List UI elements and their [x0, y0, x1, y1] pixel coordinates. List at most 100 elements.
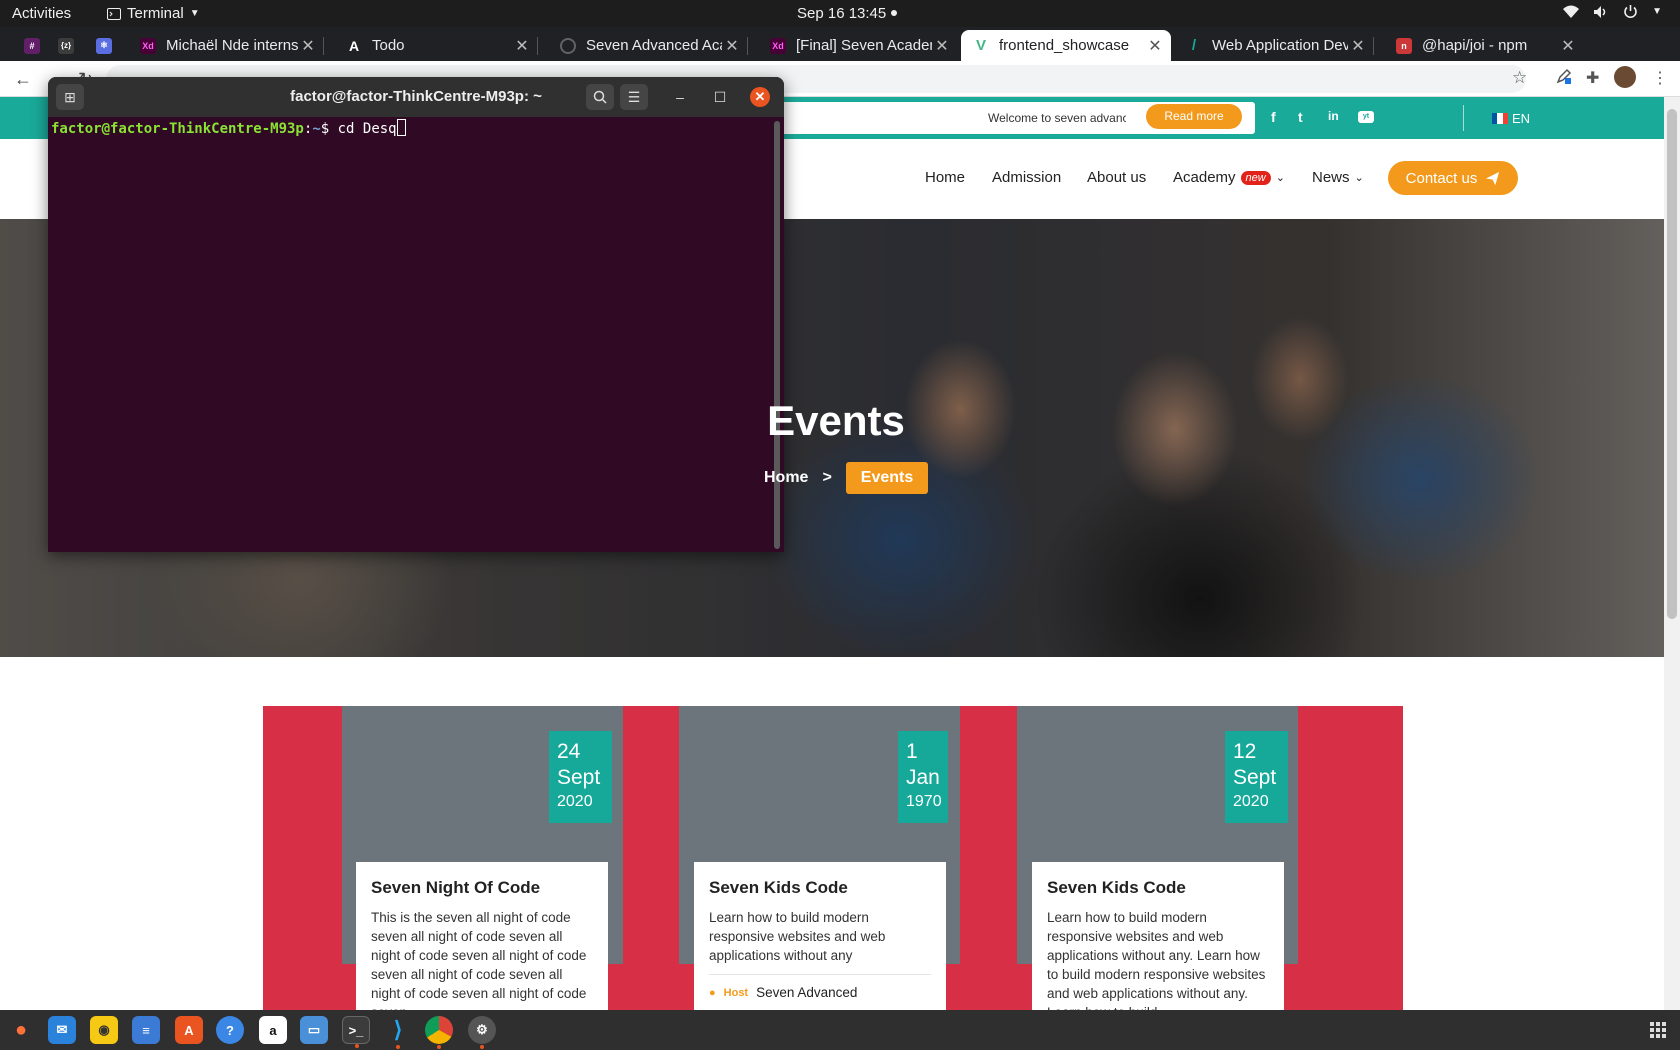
- kebab-menu-icon[interactable]: ⋮: [1652, 68, 1668, 88]
- tab-label: Web Application Dev: [1212, 37, 1348, 54]
- welcome-text: Welcome to seven advanced academy: [988, 111, 1126, 125]
- contact-us-button[interactable]: Contact us: [1388, 161, 1518, 195]
- clock[interactable]: Sep 16 13:45: [797, 5, 898, 22]
- activities-button[interactable]: Activities: [12, 5, 71, 22]
- twitter-icon[interactable]: t: [1298, 109, 1303, 125]
- vscode-icon[interactable]: ⟩: [384, 1016, 412, 1049]
- read-more-button[interactable]: Read more: [1146, 104, 1242, 129]
- tab-label: Michaël Nde interns: [166, 37, 298, 54]
- slack-icon: #: [24, 37, 40, 54]
- text-cursor: [396, 119, 406, 136]
- prompt-path: ~: [312, 121, 321, 137]
- breadcrumb-home[interactable]: Home: [764, 469, 808, 487]
- power-icon: [1624, 5, 1637, 19]
- prompt-user: factor@factor-ThinkCentre-M93p: [51, 121, 304, 137]
- page-scrollbar[interactable]: [1664, 97, 1680, 1010]
- tab-todo[interactable]: A Todo ✕: [334, 30, 538, 61]
- date-year: 1970: [906, 793, 942, 810]
- event-card[interactable]: Seven Kids Code Learn how to build moder…: [1032, 862, 1284, 1010]
- close-icon[interactable]: ✕: [1558, 36, 1578, 56]
- pinned-tab-slack[interactable]: #: [10, 30, 48, 61]
- back-arrow-icon[interactable]: ←: [14, 69, 32, 90]
- puzzle-extensions-icon[interactable]: ✚: [1586, 68, 1599, 88]
- terminal-dock-icon[interactable]: >_: [342, 1016, 370, 1048]
- system-tray[interactable]: ▼: [1563, 4, 1662, 19]
- tab-michael-nde-interns[interactable]: Xd Michaël Nde interns ✕: [128, 30, 324, 61]
- hamburger-menu-icon[interactable]: ☰: [620, 84, 648, 110]
- thunderbird-icon[interactable]: ✉: [48, 1016, 76, 1044]
- date-month: Sept: [557, 766, 601, 789]
- close-icon[interactable]: ✕: [722, 36, 742, 56]
- star-icon[interactable]: ☆: [1512, 68, 1527, 88]
- help-icon[interactable]: ?: [216, 1016, 244, 1044]
- tab-web-application-dev[interactable]: / Web Application Dev ✕: [1174, 30, 1374, 61]
- event-title[interactable]: Seven Kids Code: [709, 878, 931, 898]
- date-day: 1: [906, 740, 918, 763]
- french-flag-icon: [1492, 113, 1508, 124]
- tab-frontend-showcase[interactable]: V frontend_showcase ✕: [961, 30, 1171, 61]
- extension-pen-icon[interactable]: [1556, 68, 1572, 89]
- software-center-icon[interactable]: A: [175, 1016, 203, 1044]
- language-label: EN: [1512, 111, 1531, 126]
- event-description: Learn how to build modern responsive web…: [1047, 910, 1266, 1010]
- close-icon[interactable]: ✕: [298, 36, 318, 56]
- host-name: Seven Advanced: [756, 985, 858, 1000]
- scrollbar-thumb[interactable]: [1667, 109, 1677, 619]
- linkedin-icon[interactable]: in: [1328, 109, 1339, 123]
- language-selector[interactable]: EN: [1492, 111, 1530, 126]
- date-month: Jan: [906, 766, 940, 789]
- nav-news-label: News: [1312, 169, 1350, 186]
- nav-home[interactable]: Home: [925, 169, 965, 186]
- tab-hapi-joi-npm[interactable]: n @hapi/joi - npm ✕: [1384, 30, 1584, 61]
- chrome-icon[interactable]: [425, 1016, 453, 1049]
- close-icon[interactable]: ✕: [512, 36, 532, 56]
- close-icon[interactable]: ✕: [932, 36, 952, 56]
- terminal-command: cd Desq: [337, 121, 397, 137]
- facebook-icon[interactable]: f: [1271, 109, 1276, 125]
- terminal-titlebar[interactable]: ⊞ factor@factor-ThinkCentre-M93p: ~ ☰ – …: [48, 77, 784, 117]
- taskbar-dock: ● ✉ ◉ ≡ A ? a ▭ >_ ⟩ ⚙: [0, 1010, 1680, 1050]
- loading-icon: [560, 37, 576, 54]
- nav-academy-label: Academy: [1173, 169, 1236, 186]
- youtube-icon[interactable]: yt: [1358, 111, 1374, 123]
- adobe-xd-icon: Xd: [140, 37, 156, 54]
- breadcrumb-current: Events: [845, 462, 929, 494]
- nav-news[interactable]: News ⌄: [1312, 169, 1364, 186]
- avatar[interactable]: [1614, 66, 1636, 88]
- close-icon[interactable]: ✕: [1348, 36, 1368, 56]
- event-description: Learn how to build modern responsive web…: [709, 910, 886, 963]
- event-title[interactable]: Seven Night Of Code: [371, 878, 593, 898]
- npm-icon: n: [1396, 37, 1412, 54]
- event-card[interactable]: Seven Kids Code Learn how to build moder…: [694, 862, 946, 1010]
- app-menu[interactable]: Terminal ▼: [107, 5, 200, 22]
- event-card[interactable]: Seven Night Of Code This is the seven al…: [356, 862, 608, 1010]
- vue-icon: V: [975, 37, 986, 54]
- nav-admission[interactable]: Admission: [992, 169, 1061, 186]
- show-applications-icon[interactable]: [1650, 1022, 1666, 1038]
- paper-plane-icon: [1486, 171, 1500, 185]
- amazon-icon[interactable]: a: [259, 1016, 287, 1044]
- tab-label: Seven Advanced Aca: [586, 37, 722, 54]
- firefox-icon[interactable]: ●: [7, 1016, 35, 1044]
- tab-final-seven-academy[interactable]: Xd [Final] Seven Academ ✕: [758, 30, 958, 61]
- pinned-tab-json[interactable]: {z}: [50, 30, 90, 61]
- minimize-icon[interactable]: –: [666, 84, 694, 110]
- writer-icon[interactable]: ≡: [132, 1016, 160, 1044]
- search-icon[interactable]: [586, 84, 614, 110]
- nav-academy[interactable]: Academy new ⌄: [1173, 169, 1285, 186]
- rhythmbox-icon[interactable]: ◉: [90, 1016, 118, 1044]
- files-icon[interactable]: ▭: [300, 1016, 328, 1044]
- terminal-window[interactable]: ⊞ factor@factor-ThinkCentre-M93p: ~ ☰ – …: [48, 77, 784, 552]
- event-description: This is the seven all night of code seve…: [371, 910, 587, 1010]
- close-icon[interactable]: ✕: [750, 87, 770, 107]
- nav-about-us[interactable]: About us: [1087, 169, 1146, 186]
- maximize-icon[interactable]: ☐: [706, 84, 734, 110]
- tab-seven-advanced-academy[interactable]: Seven Advanced Aca ✕: [548, 30, 748, 61]
- terminal-output[interactable]: factor@factor-ThinkCentre-M93p:~$ cd Des…: [51, 119, 771, 549]
- pinned-tab-react[interactable]: ⚛: [90, 30, 126, 61]
- event-title[interactable]: Seven Kids Code: [1047, 878, 1269, 898]
- close-icon[interactable]: ✕: [1145, 36, 1165, 56]
- settings-gear-icon[interactable]: ⚙: [468, 1016, 496, 1049]
- date-day: 12: [1233, 740, 1257, 763]
- date-year: 2020: [557, 793, 593, 810]
